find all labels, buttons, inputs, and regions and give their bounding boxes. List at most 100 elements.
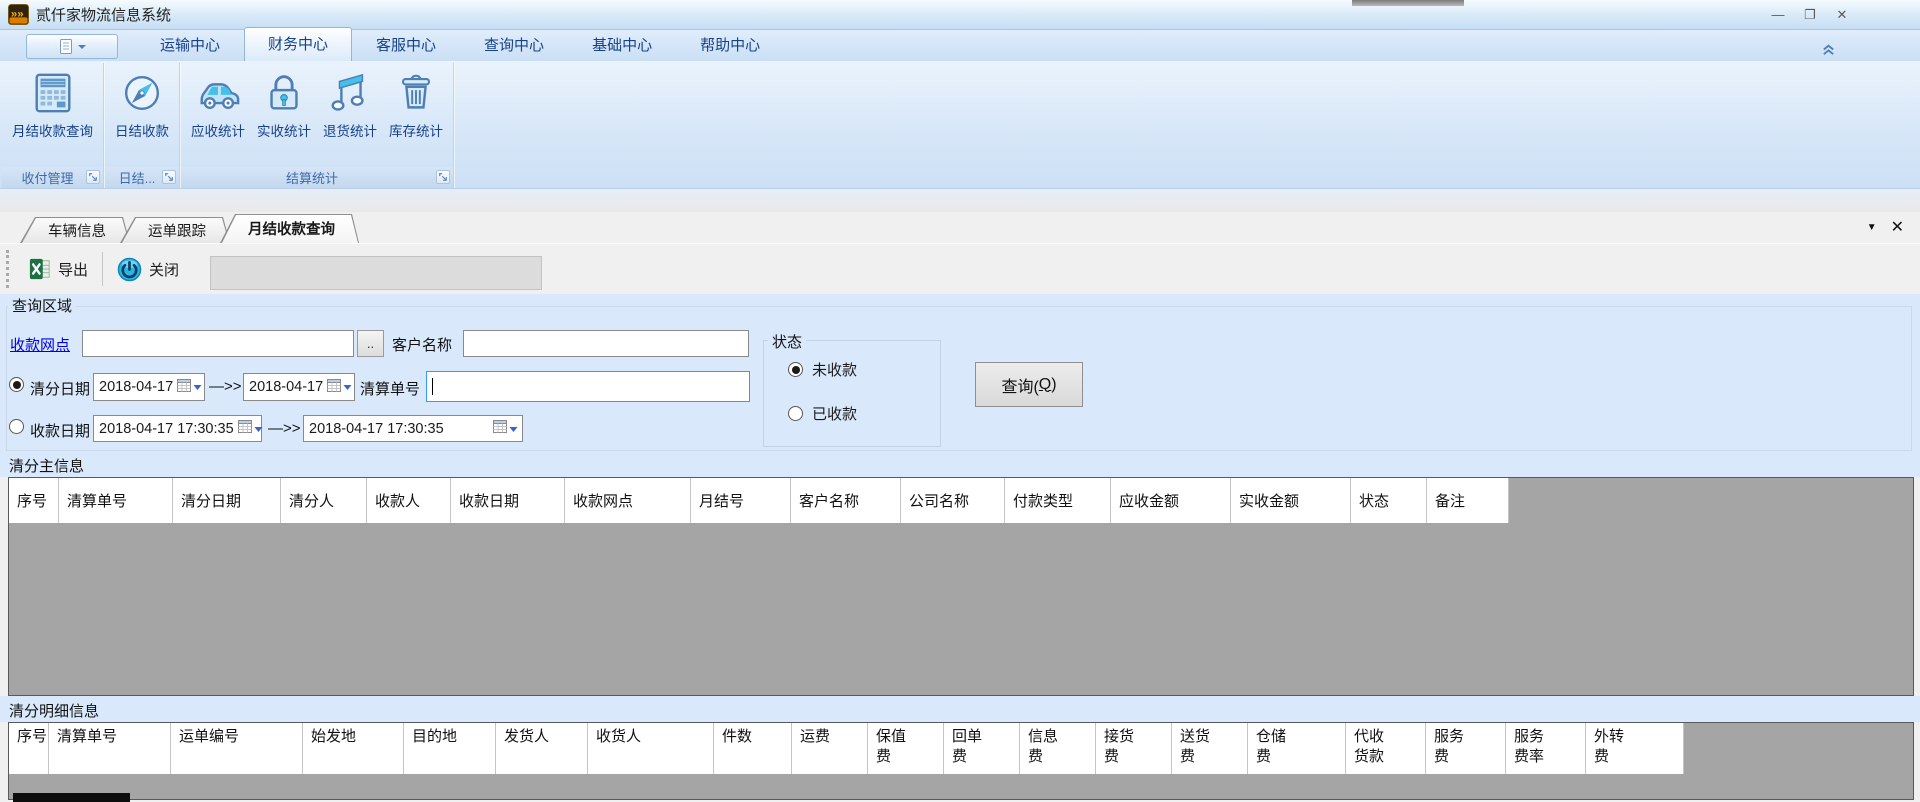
minimize-icon[interactable]: — xyxy=(1770,6,1786,22)
detail-column-header-0[interactable]: 序号 xyxy=(9,723,49,774)
master-column-header-10[interactable]: 付款类型 xyxy=(1005,478,1111,523)
collapse-ribbon-icon[interactable] xyxy=(1821,42,1836,57)
status-option-1[interactable]: 已收款 xyxy=(788,403,857,424)
ribbon-group-label: 结算统计 xyxy=(181,167,453,188)
master-column-header-9[interactable]: 公司名称 xyxy=(901,478,1005,523)
ribbon-tabs: 运输中心财务中心客服中心查询中心基础中心帮助中心 xyxy=(136,27,784,61)
dialog-launcher-icon[interactable] xyxy=(86,170,100,184)
master-column-header-11[interactable]: 应收金额 xyxy=(1111,478,1231,523)
detail-column-header-1[interactable]: 清算单号 xyxy=(49,723,171,774)
ribbon-tab-1[interactable]: 财务中心 xyxy=(244,27,352,61)
detail-column-header-3[interactable]: 始发地 xyxy=(303,723,404,774)
radio-icon[interactable] xyxy=(788,406,803,421)
close-icon[interactable]: ✕ xyxy=(1834,6,1850,22)
master-column-header-1[interactable]: 清算单号 xyxy=(59,478,173,523)
caret-down-icon[interactable] xyxy=(509,421,518,437)
status-option-label: 未收款 xyxy=(812,359,857,380)
chevron-down-icon xyxy=(78,44,86,50)
receive-from-picker[interactable]: 2018-04-17 17:30:35 xyxy=(93,415,262,442)
clear-date-radio[interactable] xyxy=(9,377,24,392)
window-controls: — ❐ ✕ xyxy=(1770,6,1850,22)
tab-close-icon[interactable]: ✕ xyxy=(1891,217,1904,237)
receive-to-picker[interactable]: 2018-04-17 17:30:35 xyxy=(303,415,523,442)
tab-list-dropdown-icon[interactable]: ▼ xyxy=(1867,222,1877,233)
detail-column-header-9[interactable]: 保值 费 xyxy=(868,723,944,774)
detail-column-header-15[interactable]: 代收 货款 xyxy=(1346,723,1426,774)
master-column-header-8[interactable]: 客户名称 xyxy=(791,478,901,523)
dialog-launcher-icon[interactable] xyxy=(436,170,450,184)
detail-column-header-10[interactable]: 回单 费 xyxy=(944,723,1020,774)
settle-no-input[interactable] xyxy=(426,371,750,402)
network-input[interactable] xyxy=(82,330,354,357)
caret-down-icon[interactable] xyxy=(193,379,202,395)
detail-section-title: 清分明细信息 xyxy=(0,699,1920,722)
master-column-header-13[interactable]: 状态 xyxy=(1351,478,1427,523)
detail-column-header-4[interactable]: 目的地 xyxy=(404,723,496,774)
master-column-header-3[interactable]: 清分人 xyxy=(281,478,367,523)
query-button-text: ) xyxy=(1051,376,1056,394)
ribbon-button-2-0[interactable]: 应收统计 xyxy=(185,67,251,142)
ribbon-tab-3[interactable]: 查询中心 xyxy=(460,29,568,61)
export-button[interactable]: 导出 xyxy=(21,254,96,284)
power-icon xyxy=(117,257,142,282)
document-tab-0[interactable]: 车辆信息 xyxy=(20,217,130,243)
detail-column-header-7[interactable]: 件数 xyxy=(714,723,792,774)
detail-column-header-6[interactable]: 收货人 xyxy=(588,723,714,774)
detail-column-header-8[interactable]: 运费 xyxy=(792,723,868,774)
clear-date-to-picker[interactable]: 2018-04-17 xyxy=(243,373,355,401)
ribbon-tab-0[interactable]: 运输中心 xyxy=(136,29,244,61)
detail-column-header-14[interactable]: 仓储 费 xyxy=(1248,723,1346,774)
network-link-label[interactable]: 收款网点 xyxy=(10,334,70,355)
network-browse-button[interactable]: .. xyxy=(357,330,384,357)
master-column-header-5[interactable]: 收款日期 xyxy=(451,478,565,523)
title-bar[interactable]: »» 贰仟家物流信息系统 — ❐ ✕ xyxy=(0,0,1920,30)
detail-column-header-16[interactable]: 服务 费 xyxy=(1426,723,1506,774)
customer-input[interactable] xyxy=(463,330,749,357)
detail-column-header-12[interactable]: 接货 费 xyxy=(1096,723,1172,774)
ribbon-button-2-2[interactable]: 退货统计 xyxy=(317,67,383,142)
ribbon-button-2-3[interactable]: 库存统计 xyxy=(383,67,449,142)
ribbon-tab-2[interactable]: 客服中心 xyxy=(352,29,460,61)
master-column-header-4[interactable]: 收款人 xyxy=(367,478,451,523)
receive-to-value: 2018-04-17 17:30:35 xyxy=(309,421,489,437)
radio-icon[interactable] xyxy=(788,362,803,377)
clear-date-from-picker[interactable]: 2018-04-17 xyxy=(93,373,205,401)
detail-column-header-17[interactable]: 服务 费率 xyxy=(1506,723,1586,774)
dialog-launcher-icon[interactable] xyxy=(162,170,176,184)
receive-from-value: 2018-04-17 17:30:35 xyxy=(99,421,234,437)
ribbon-button-2-1[interactable]: 实收统计 xyxy=(251,67,317,142)
export-label: 导出 xyxy=(58,259,88,280)
ribbon-button-0-0[interactable]: 月结收款查询 xyxy=(6,67,99,142)
detail-column-header-5[interactable]: 发货人 xyxy=(496,723,588,774)
master-column-header-14[interactable]: 备注 xyxy=(1427,478,1509,523)
master-column-header-7[interactable]: 月结号 xyxy=(691,478,791,523)
ribbon-button-1-0[interactable]: 日结收款 xyxy=(109,67,175,142)
detail-grid-body[interactable] xyxy=(9,774,1913,799)
application-menu-button[interactable] xyxy=(26,34,118,59)
detail-column-header-11[interactable]: 信息 费 xyxy=(1020,723,1096,774)
document-tab-strip: 车辆信息运单跟踪月结收款查询 ▼ ✕ xyxy=(0,212,1920,243)
status-option-0[interactable]: 未收款 xyxy=(788,359,857,380)
detail-column-header-13[interactable]: 送货 费 xyxy=(1172,723,1248,774)
master-grid-body[interactable] xyxy=(9,523,1913,695)
query-button[interactable]: 查询(Q) xyxy=(975,362,1083,407)
ribbon-group-1: 日结收款日结... xyxy=(105,63,180,188)
ribbon-tab-4[interactable]: 基础中心 xyxy=(568,29,676,61)
detail-column-header-18[interactable]: 外转 费 xyxy=(1586,723,1684,774)
close-tab-button[interactable]: 关闭 xyxy=(109,253,187,286)
calendar-icon xyxy=(493,420,507,437)
close-label: 关闭 xyxy=(149,259,179,280)
detail-column-header-2[interactable]: 运单编号 xyxy=(171,723,303,774)
receive-date-radio[interactable] xyxy=(9,419,24,434)
toolbar-grip[interactable] xyxy=(6,250,9,288)
document-tab-1[interactable]: 运单跟踪 xyxy=(120,217,230,243)
caret-down-icon[interactable] xyxy=(254,421,263,437)
caret-down-icon[interactable] xyxy=(343,379,352,395)
master-column-header-0[interactable]: 序号 xyxy=(9,478,59,523)
ribbon-tab-5[interactable]: 帮助中心 xyxy=(676,29,784,61)
document-tab-2[interactable]: 月结收款查询 xyxy=(220,214,359,243)
master-column-header-12[interactable]: 实收金额 xyxy=(1231,478,1351,523)
master-column-header-2[interactable]: 清分日期 xyxy=(173,478,281,523)
restore-icon[interactable]: ❐ xyxy=(1802,6,1818,22)
master-column-header-6[interactable]: 收款网点 xyxy=(565,478,691,523)
